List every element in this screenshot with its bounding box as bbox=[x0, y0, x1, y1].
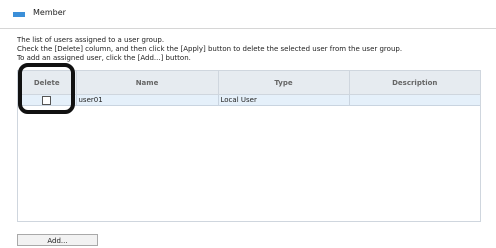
description-line-2: Check the [Delete] column, and then clic… bbox=[17, 45, 403, 53]
description-line-3: To add an assigned user, click the [Add.… bbox=[17, 54, 191, 62]
table-row[interactable]: user01 Local User bbox=[18, 94, 480, 106]
section-header: Member bbox=[0, 0, 496, 29]
delete-column-highlight bbox=[18, 63, 75, 114]
column-header-description[interactable]: Description bbox=[349, 71, 480, 95]
column-header-type[interactable]: Type bbox=[218, 71, 350, 95]
section-accent-bar bbox=[13, 12, 25, 17]
type-cell: Local User bbox=[218, 94, 350, 106]
description-text: The list of users assigned to a user gro… bbox=[17, 36, 402, 63]
add-button[interactable]: Add... bbox=[17, 234, 98, 246]
table-header-row: Delete Name Type Description bbox=[18, 71, 480, 95]
members-table: Delete Name Type Description user01 Loca… bbox=[17, 70, 481, 222]
name-cell: user01 bbox=[76, 94, 219, 106]
section-title: Member bbox=[33, 8, 66, 17]
column-header-name[interactable]: Name bbox=[76, 71, 219, 95]
description-cell bbox=[349, 94, 480, 106]
description-line-1: The list of users assigned to a user gro… bbox=[17, 36, 165, 44]
